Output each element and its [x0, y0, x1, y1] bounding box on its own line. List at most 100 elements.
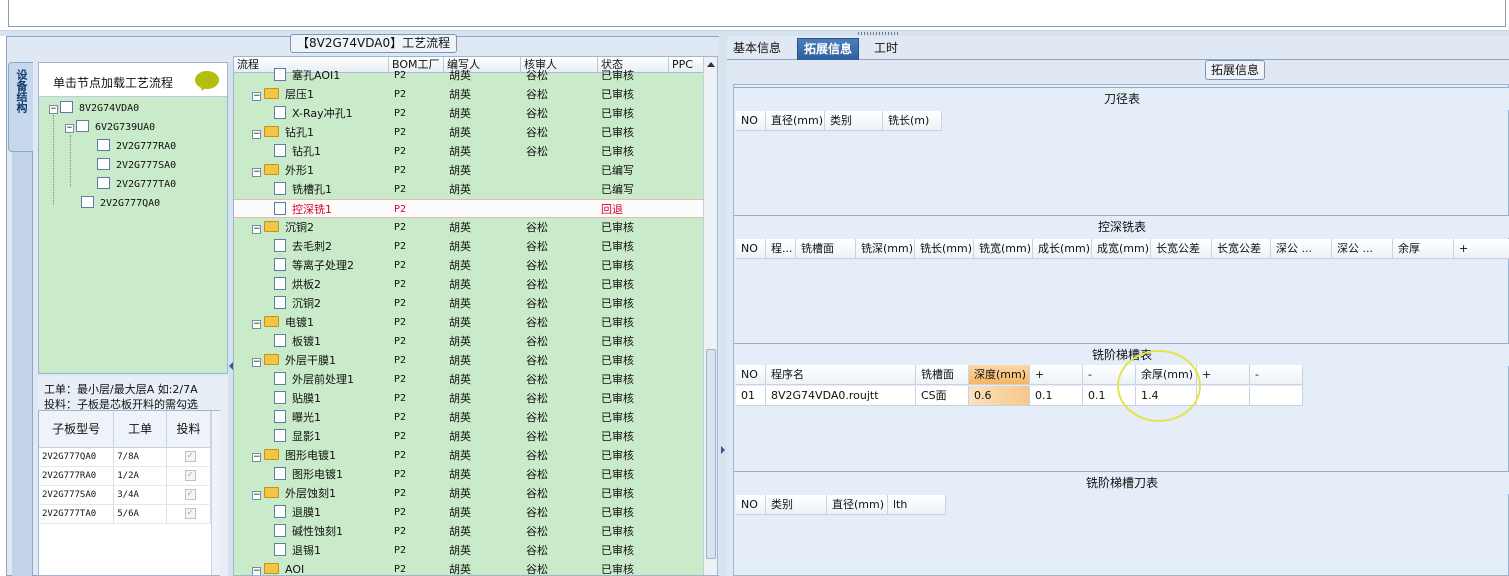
top-input-area[interactable]	[8, 0, 1506, 27]
process-row[interactable]: − 电镀1 P2 胡英 谷松 已审核	[234, 313, 704, 332]
process-row[interactable]: 钻孔1 P2 胡英 谷松 已审核	[234, 142, 704, 161]
column-header[interactable]: 深公 ...	[1271, 239, 1332, 259]
collapse-toggle-icon[interactable]: −	[252, 225, 261, 234]
column-header[interactable]: lth	[888, 495, 946, 515]
process-row[interactable]: 板镀1 P2 胡英 谷松 已审核	[234, 332, 704, 351]
process-row[interactable]: − 钻孔1 P2 胡英 谷松 已审核	[234, 123, 704, 142]
table-row[interactable]: 2V2G777RA0 1/2A ✓	[39, 466, 211, 486]
table-row[interactable]: 2V2G777QA0 7/8A ✓	[39, 447, 211, 467]
column-header[interactable]: NO	[736, 495, 766, 515]
process-row[interactable]: 贴膜1 P2 胡英 谷松 已审核	[234, 389, 704, 408]
collapse-toggle-icon[interactable]: −	[252, 453, 261, 462]
collapse-toggle-icon[interactable]: −	[252, 491, 261, 500]
collapse-toggle-icon[interactable]: −	[252, 130, 261, 139]
table-cell[interactable]: 01	[736, 386, 766, 406]
column-header[interactable]: 子板型号	[39, 411, 115, 448]
checkbox[interactable]: ✓	[184, 470, 196, 481]
column-header[interactable]: NO	[736, 365, 766, 385]
process-row[interactable]: − 层压1 P2 胡英 谷松 已审核	[234, 85, 704, 104]
tree-node[interactable]: 2V2G777SA0	[97, 158, 176, 174]
process-row[interactable]: 烘板2 P2 胡英 谷松 已审核	[234, 275, 704, 294]
column-header[interactable]: 深公 ...	[1332, 239, 1393, 259]
column-header[interactable]: 直径(mm)	[766, 111, 825, 131]
column-header[interactable]: 投料	[166, 411, 211, 448]
column-header[interactable]: NO	[736, 239, 766, 259]
table-cell[interactable]	[1250, 386, 1303, 406]
collapse-arrow-icon[interactable]	[721, 446, 725, 454]
process-row[interactable]: 碱性蚀刻1 P2 胡英 谷松 已审核	[234, 522, 704, 541]
collapse-toggle-icon[interactable]: −	[252, 168, 261, 177]
table-cell[interactable]: 0.6	[969, 386, 1030, 406]
table-cell[interactable]: CS面	[916, 386, 969, 406]
column-header[interactable]: 铣长(m)	[883, 111, 942, 131]
process-row[interactable]: X-Ray冲孔1 P2 胡英 谷松 已审核	[234, 104, 704, 123]
column-header[interactable]: 余厚	[1393, 239, 1454, 259]
column-header[interactable]: +	[1197, 365, 1250, 385]
process-row[interactable]: 显影1 P2 胡英 谷松 已审核	[234, 427, 704, 446]
process-row[interactable]: − 外形1 P2 胡英 已编写	[234, 161, 704, 180]
splitter-grip[interactable]	[858, 32, 898, 35]
collapse-toggle-icon[interactable]: −	[252, 320, 261, 329]
tree-node[interactable]: 2V2G777RA0	[97, 139, 176, 155]
column-header[interactable]: 类别	[825, 111, 883, 131]
process-row[interactable]: 控深铣1 P2 回退	[234, 199, 704, 218]
process-row[interactable]: 曝光1 P2 胡英 谷松 已审核	[234, 408, 704, 427]
process-row[interactable]: 塞孔AOI1 P2 胡英 谷松 已审核	[234, 66, 704, 85]
collapse-toggle-icon[interactable]: −	[252, 358, 261, 367]
process-grid-scrollbar[interactable]	[703, 57, 717, 575]
process-row[interactable]: − AOI P2 胡英 谷松 已审核	[234, 560, 704, 575]
tab-extended-info[interactable]: 拓展信息	[797, 38, 860, 60]
scroll-thumb[interactable]	[706, 349, 716, 559]
table-cell[interactable]: 0.1	[1030, 386, 1083, 406]
scroll-up-arrow-icon[interactable]	[707, 62, 715, 67]
checkbox[interactable]: ✓	[184, 489, 196, 500]
table-row[interactable]: 2V2G777SA0 3/4A ✓	[39, 485, 211, 505]
column-header[interactable]: 工单	[113, 411, 168, 448]
tab-work-hours[interactable]: 工时	[868, 38, 904, 60]
column-header[interactable]: +	[1030, 365, 1083, 385]
process-row[interactable]: 沉铜2 P2 胡英 谷松 已审核	[234, 294, 704, 313]
column-header[interactable]: 成宽(mm)	[1092, 239, 1151, 259]
sub-table-scrollbar[interactable]	[211, 411, 220, 575]
tree-node[interactable]: −6V2G739UA0	[65, 120, 155, 136]
column-header[interactable]: 铣槽面	[916, 365, 969, 385]
tab-device-structure[interactable]: 设备结构	[8, 62, 33, 152]
tab-basic-info[interactable]: 基本信息	[727, 38, 787, 60]
column-header[interactable]: 铣深(mm)	[856, 239, 915, 259]
collapse-toggle-icon[interactable]: −	[252, 92, 261, 101]
column-header[interactable]: 类别	[766, 495, 827, 515]
table-cell[interactable]	[1197, 386, 1250, 406]
column-header[interactable]: -	[1250, 365, 1303, 385]
column-header[interactable]: 铣长(mm)	[915, 239, 974, 259]
process-row[interactable]: − 图形电镀1 P2 胡英 谷松 已审核	[234, 446, 704, 465]
checkbox[interactable]: ✓	[184, 508, 196, 519]
process-row[interactable]: − 外层干膜1 P2 胡英 谷松 已审核	[234, 351, 704, 370]
table-cell[interactable]: 8V2G74VDA0.roujtt	[766, 386, 916, 406]
column-header[interactable]: 成长(mm)	[1033, 239, 1092, 259]
process-row[interactable]: 外层前处理1 P2 胡英 谷松 已审核	[234, 370, 704, 389]
tree-node[interactable]: 2V2G777TA0	[97, 177, 176, 193]
process-row[interactable]: 退膜1 P2 胡英 谷松 已审核	[234, 503, 704, 522]
collapse-toggle-icon[interactable]: −	[252, 567, 261, 575]
column-header[interactable]: 铣槽面	[796, 239, 856, 259]
process-row[interactable]: 去毛刺2 P2 胡英 谷松 已审核	[234, 237, 704, 256]
process-row[interactable]: 图形电镀1 P2 胡英 谷松 已审核	[234, 465, 704, 484]
tree-node-root[interactable]: −8V2G74VDA0	[49, 101, 139, 117]
process-row[interactable]: 等离子处理2 P2 胡英 谷松 已审核	[234, 256, 704, 275]
column-header[interactable]: 程...	[766, 239, 796, 259]
process-row[interactable]: 退锡1 P2 胡英 谷松 已审核	[234, 541, 704, 560]
process-row[interactable]: 铣槽孔1 P2 胡英 已编写	[234, 180, 704, 199]
process-row[interactable]: − 沉铜2 P2 胡英 谷松 已审核	[234, 218, 704, 237]
column-header[interactable]: 长宽公差	[1151, 239, 1212, 259]
column-header[interactable]: 程序名	[766, 365, 916, 385]
main-vertical-splitter[interactable]	[719, 36, 727, 576]
checkbox[interactable]: ✓	[184, 451, 196, 462]
column-header[interactable]: 铣宽(mm)	[974, 239, 1033, 259]
column-header[interactable]: +	[1454, 239, 1509, 259]
column-header[interactable]: NO	[736, 111, 766, 131]
process-row[interactable]: − 外层蚀刻1 P2 胡英 谷松 已审核	[234, 484, 704, 503]
table-row[interactable]: 2V2G777TA0 5/6A ✓	[39, 504, 211, 524]
tree-node[interactable]: 2V2G777QA0	[81, 196, 160, 212]
column-header[interactable]: 直径(mm)	[827, 495, 888, 515]
column-header[interactable]: 长宽公差	[1212, 239, 1271, 259]
